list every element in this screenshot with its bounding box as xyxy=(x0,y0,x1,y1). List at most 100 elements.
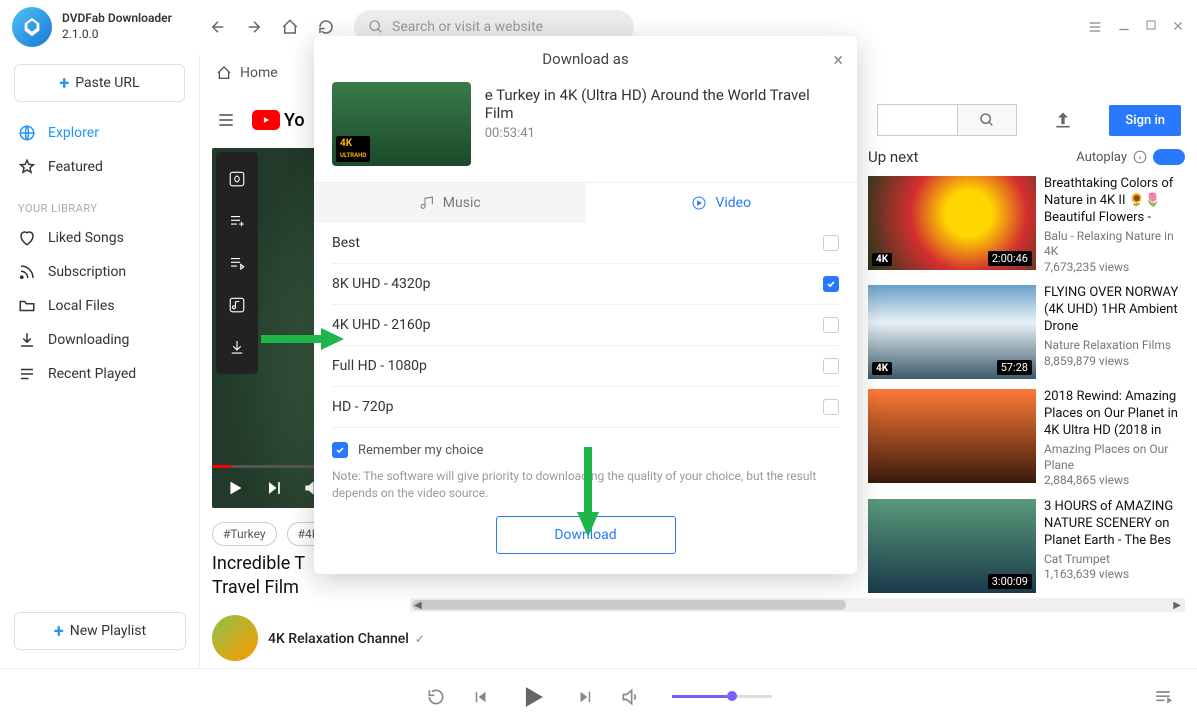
sidebar-item-label: Explorer xyxy=(48,125,99,141)
youtube-search-button[interactable] xyxy=(957,104,1017,136)
tab-label: Music xyxy=(443,195,481,211)
recommended-item[interactable]: 4K 57:28 FLYING OVER NORWAY (4K UHD) 1HR… xyxy=(868,285,1185,379)
quality-row[interactable]: 4K UHD - 2160p xyxy=(332,305,839,346)
modal-video-title: e Turkey in 4K (Ultra HD) Around the Wor… xyxy=(485,86,839,122)
badge-4k-icon: 4K xyxy=(872,362,892,375)
close-button[interactable] xyxy=(1171,19,1185,35)
quality-row[interactable]: Best xyxy=(332,223,839,264)
sidebar-item-local-files[interactable]: Local Files xyxy=(14,289,185,323)
address-placeholder: Search or visit a website xyxy=(392,19,543,35)
modal-title: Download as xyxy=(542,50,628,68)
annotation-arrow-right xyxy=(256,324,346,354)
home-nav-button[interactable] xyxy=(280,17,300,37)
quality-row[interactable]: HD - 720p xyxy=(332,387,839,428)
quality-checkbox[interactable] xyxy=(823,317,839,333)
rec-channel: Amazing Places on Our Plane xyxy=(1044,442,1185,473)
new-playlist-button[interactable]: + New Playlist xyxy=(14,612,186,650)
modal-duration: 00:53:41 xyxy=(485,126,839,141)
rec-thumbnail: 3:00:09 xyxy=(868,499,1036,593)
paste-url-button[interactable]: + Paste URL xyxy=(14,64,185,102)
tool-music-icon[interactable] xyxy=(216,284,258,326)
channel-name[interactable]: 4K Relaxation Channel xyxy=(268,631,409,647)
upload-icon[interactable] xyxy=(1053,110,1073,130)
forward-button[interactable] xyxy=(244,17,264,37)
sidebar-item-label: Featured xyxy=(48,159,103,175)
youtube-play-icon xyxy=(252,110,280,130)
app-name: DVDFab Downloader xyxy=(62,11,172,25)
quality-row[interactable]: Full HD - 1080p xyxy=(332,346,839,387)
minimize-button[interactable] xyxy=(1117,19,1131,35)
scroll-right-icon[interactable]: ▶ xyxy=(1173,600,1181,611)
queue-icon[interactable] xyxy=(1153,687,1173,707)
tool-playnext-icon[interactable] xyxy=(216,242,258,284)
maximize-button[interactable] xyxy=(1145,19,1157,35)
rec-duration: 3:00:09 xyxy=(988,574,1032,589)
youtube-search-input[interactable] xyxy=(877,104,957,136)
recommended-item[interactable]: 3:00:09 3 HOURS of AMAZING NATURE SCENER… xyxy=(868,499,1185,593)
recommended-item[interactable]: 4K 2:00:46 Breathtaking Colors of Nature… xyxy=(868,176,1185,275)
rec-info: 3 HOURS of AMAZING NATURE SCENERY on Pla… xyxy=(1044,499,1185,593)
rec-title: FLYING OVER NORWAY (4K UHD) 1HR Ambient … xyxy=(1044,285,1185,336)
scroll-left-icon[interactable]: ◀ xyxy=(414,600,422,611)
horizontal-scrollbar[interactable]: ◀ ▶ xyxy=(410,598,1185,612)
quality-checkbox[interactable] xyxy=(823,235,839,251)
search-icon xyxy=(979,112,995,128)
quality-list: Best 8K UHD - 4320p 4K UHD - 2160p Full … xyxy=(314,223,857,428)
tool-download-icon[interactable] xyxy=(216,326,258,368)
app-version: 2.1.0.0 xyxy=(62,27,98,41)
recommended-item[interactable]: 2018 Rewind: Amazing Places on Our Plane… xyxy=(868,389,1185,488)
volume-slider[interactable] xyxy=(672,695,772,698)
play-icon[interactable] xyxy=(224,477,246,499)
footer-play-button[interactable] xyxy=(516,680,550,714)
sidebar-item-downloading[interactable]: Downloading xyxy=(14,323,185,357)
upnext-header: Up next Autoplay xyxy=(868,148,1185,166)
modal-close-button[interactable]: × xyxy=(833,50,843,71)
back-button[interactable] xyxy=(208,17,228,37)
footer-volume-icon[interactable] xyxy=(620,687,640,707)
quality-checkbox[interactable] xyxy=(823,358,839,374)
rec-channel: Balu - Relaxing Nature in 4K xyxy=(1044,229,1185,260)
quality-row[interactable]: 8K UHD - 4320p xyxy=(332,264,839,305)
sidebar-item-recent-played[interactable]: Recent Played xyxy=(14,357,185,391)
quality-checkbox[interactable] xyxy=(823,399,839,415)
sidebar-item-explorer[interactable]: Explorer xyxy=(14,116,185,150)
tab-video[interactable]: Video xyxy=(586,183,858,223)
music-icon xyxy=(419,195,435,211)
autoplay-toggle[interactable] xyxy=(1153,149,1185,165)
sidebar-item-featured[interactable]: Featured xyxy=(14,150,185,184)
signin-button[interactable]: Sign in xyxy=(1109,105,1181,136)
info-icon[interactable] xyxy=(1133,150,1147,164)
sidebar-item-label: Recent Played xyxy=(48,366,136,382)
rec-views: 2,884,865 views xyxy=(1044,473,1185,489)
new-playlist-label: New Playlist xyxy=(70,623,146,639)
rewind-button[interactable] xyxy=(426,687,446,707)
app-logo-icon xyxy=(12,7,52,47)
channel-avatar[interactable] xyxy=(212,615,258,661)
tool-addlist-icon[interactable] xyxy=(216,200,258,242)
home-icon xyxy=(216,65,232,81)
next-icon[interactable] xyxy=(264,478,284,498)
hamburger-icon[interactable] xyxy=(216,110,236,130)
tab-music[interactable]: Music xyxy=(314,183,586,223)
rec-title: 2018 Rewind: Amazing Places on Our Plane… xyxy=(1044,389,1185,440)
rec-title: Breathtaking Colors of Nature in 4K II 🌻… xyxy=(1044,176,1185,227)
menu-icon[interactable] xyxy=(1087,19,1103,35)
plus-icon: + xyxy=(59,73,69,94)
youtube-search xyxy=(877,104,1017,136)
sidebar-item-subscription[interactable]: Subscription xyxy=(14,255,185,289)
verified-badge-icon: ✓ xyxy=(415,632,425,646)
remember-checkbox[interactable] xyxy=(332,442,348,458)
rec-info: Breathtaking Colors of Nature in 4K II 🌻… xyxy=(1044,176,1185,275)
tool-like-icon[interactable] xyxy=(216,158,258,200)
next-track-button[interactable] xyxy=(576,688,594,706)
scrollbar-thumb[interactable] xyxy=(412,600,846,610)
modal-tabs: Music Video xyxy=(314,182,857,223)
downloader-overlay-toolbar xyxy=(216,152,258,374)
youtube-logo[interactable]: Yo xyxy=(252,110,305,131)
sidebar-item-liked-songs[interactable]: Liked Songs xyxy=(14,221,185,255)
prev-track-button[interactable] xyxy=(472,688,490,706)
rec-info: 2018 Rewind: Amazing Places on Our Plane… xyxy=(1044,389,1185,488)
reload-button[interactable] xyxy=(316,17,336,37)
quality-checkbox[interactable] xyxy=(823,276,839,292)
tag-pill[interactable]: #Turkey xyxy=(212,522,277,546)
